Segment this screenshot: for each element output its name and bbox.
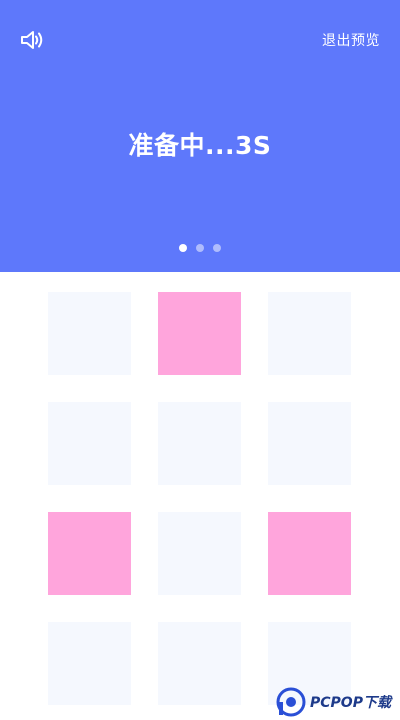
grid-cell-highlighted[interactable]	[268, 512, 351, 595]
exit-preview-button[interactable]: 退出预览	[322, 30, 380, 50]
watermark-text: PCPOP下载	[310, 695, 391, 711]
countdown-status: 准备中...3S	[128, 131, 272, 160]
preview-header: 退出预览 准备中...3S	[0, 0, 400, 272]
page-indicator	[0, 244, 400, 252]
speaker-icon	[21, 31, 43, 49]
grid-cell[interactable]	[158, 402, 241, 485]
memory-grid	[48, 292, 351, 705]
grid-cell[interactable]	[158, 622, 241, 705]
grid-cell-highlighted[interactable]	[158, 292, 241, 375]
grid-cell[interactable]	[268, 292, 351, 375]
grid-cell[interactable]	[48, 402, 131, 485]
page-dot	[213, 244, 221, 252]
grid-cell-highlighted[interactable]	[48, 512, 131, 595]
grid-cell[interactable]	[158, 512, 241, 595]
sound-toggle-button[interactable]	[16, 25, 48, 55]
grid-cell[interactable]	[48, 292, 131, 375]
grid-cell[interactable]	[268, 402, 351, 485]
watermark: PCPOP下载	[276, 684, 400, 720]
page-dot	[196, 244, 204, 252]
grid-cell[interactable]	[48, 622, 131, 705]
page-dot	[179, 244, 187, 252]
pcpop-logo-icon	[276, 687, 306, 717]
